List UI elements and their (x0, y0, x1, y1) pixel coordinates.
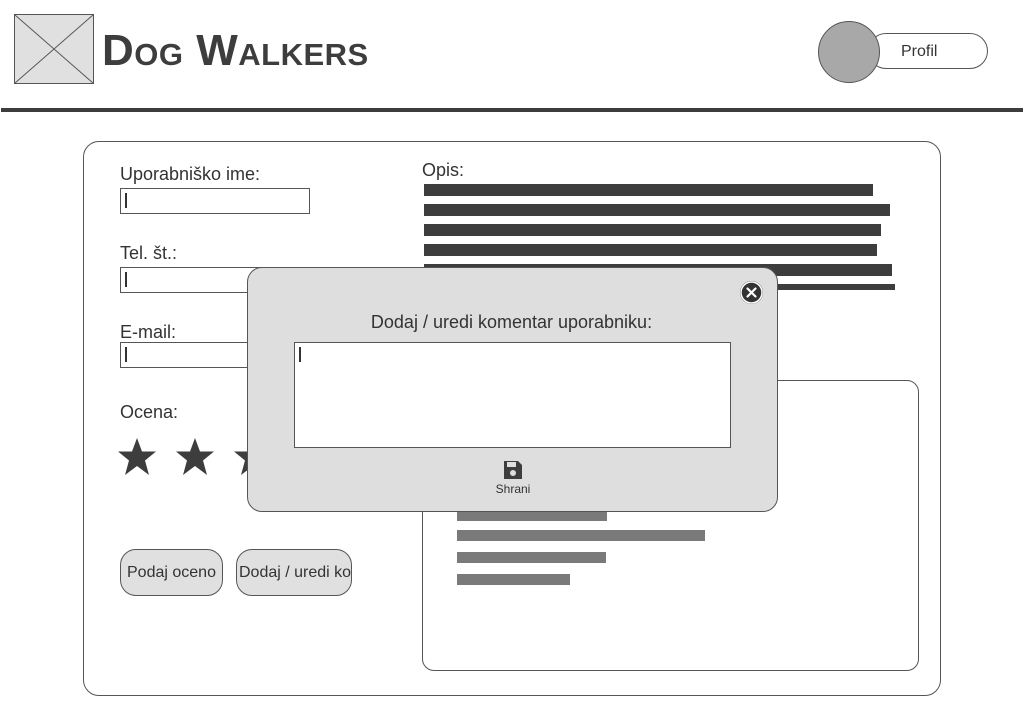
close-icon[interactable] (740, 281, 763, 304)
edit-comment-button[interactable]: Dodaj / uredi ko (236, 549, 352, 596)
logo-placeholder-icon (14, 14, 94, 84)
save-icon[interactable] (502, 459, 524, 481)
description-text-line (424, 204, 890, 216)
text-caret (299, 347, 301, 362)
text-caret (125, 272, 127, 287)
rating-label: Ocena: (120, 402, 179, 422)
comment-text-line (457, 530, 705, 541)
phone-label: Tel. št.: (120, 243, 178, 263)
text-caret (125, 347, 127, 362)
description-text-line (424, 224, 881, 236)
username-label: Uporabniško ime: (120, 164, 261, 184)
save-button-label[interactable]: Shrani (483, 482, 543, 496)
comment-text-line (457, 552, 606, 563)
comment-text-line (457, 574, 570, 585)
text-caret (125, 193, 127, 208)
star-icon[interactable] (117, 437, 157, 477)
description-label: Opis: (422, 160, 465, 180)
modal-title: Dodaj / uredi komentar uporabniku: (370, 312, 653, 332)
email-label: E-mail: (120, 322, 177, 342)
description-text-line (424, 244, 877, 256)
star-icon[interactable] (175, 437, 215, 477)
app-title: Dog Walkers (102, 26, 369, 75)
comment-textarea[interactable] (294, 342, 731, 448)
rate-button[interactable]: Podaj oceno (120, 549, 223, 596)
username-field[interactable] (120, 188, 310, 214)
profile-button-label[interactable]: Profil (901, 43, 937, 61)
header-divider (1, 108, 1023, 112)
avatar[interactable] (818, 21, 880, 83)
description-text-line (424, 184, 873, 196)
